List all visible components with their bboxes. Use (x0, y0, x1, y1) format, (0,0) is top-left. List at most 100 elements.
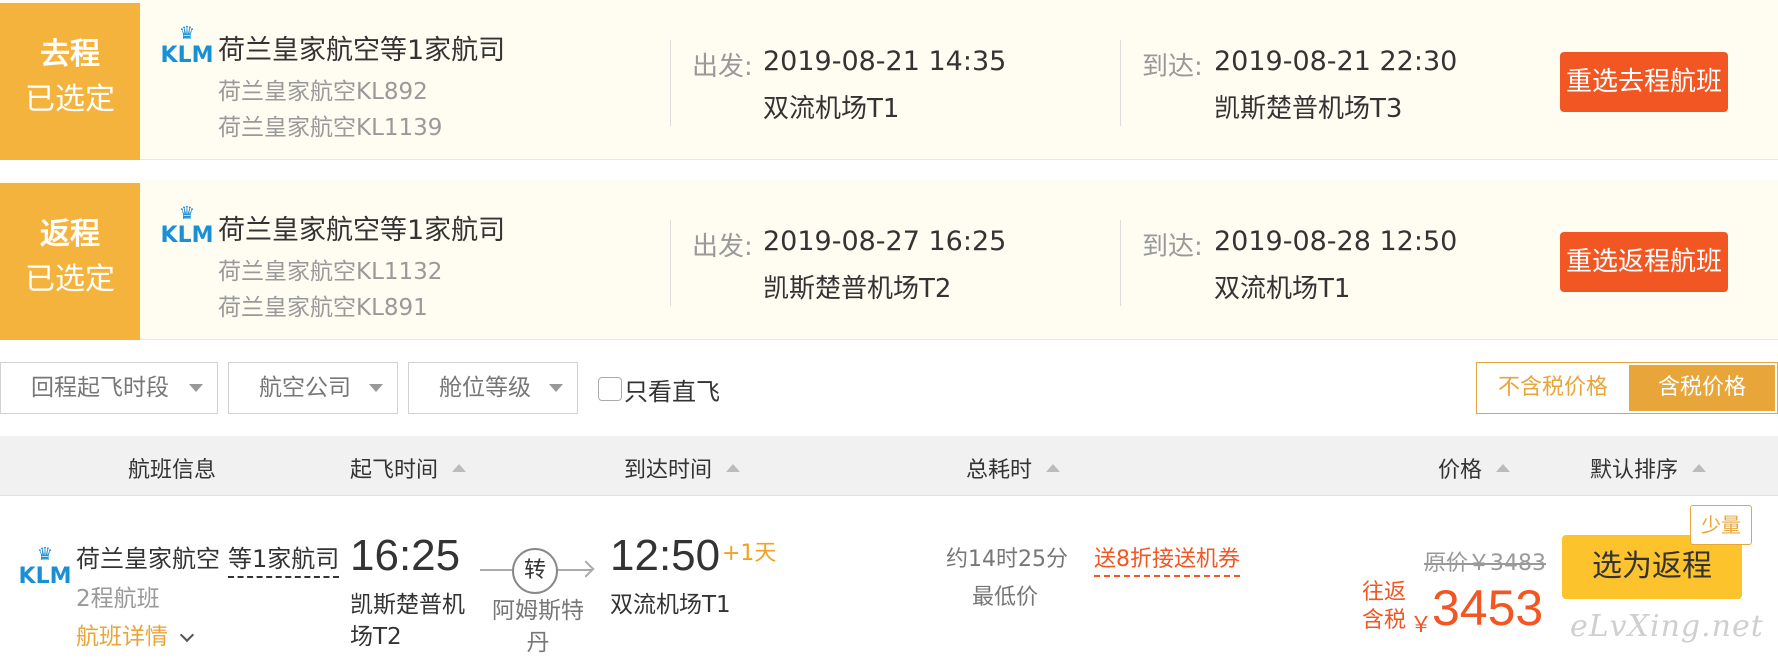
outbound-segment: 去程 已选定 ♛ KLM 荷兰皇家航空等1家航司 荷兰皇家航空KL892 荷兰皇… (0, 0, 1778, 160)
few-seats-badge: 少量 (1690, 505, 1752, 545)
crown-icon: ♛ (178, 203, 196, 224)
sort-asc-icon (1046, 464, 1061, 472)
sort-asc-icon (1692, 464, 1707, 472)
price-excl-tax-option[interactable]: 不含税价格 (1477, 363, 1629, 413)
flight-detail-link[interactable]: 航班详情 (76, 617, 195, 651)
return-airline: 荷兰皇家航空等1家航司 (218, 215, 506, 246)
dropdown-arrow-icon (189, 384, 203, 392)
outbound-airline: 荷兰皇家航空等1家航司 (218, 35, 506, 66)
return-selected-tag: 返程 已选定 (0, 183, 140, 340)
divider (670, 220, 671, 306)
outbound-arrive-label: 到达: (1142, 52, 1203, 82)
result-duration: 约14时25分 (946, 547, 1068, 572)
result-price: 3453 (1432, 580, 1544, 636)
outbound-depart-label: 出发: (692, 52, 753, 82)
outbound-selected-tag: 去程 已选定 (0, 3, 140, 160)
direct-only-label[interactable]: 只看直飞 (624, 372, 720, 407)
outbound-tag-status: 已选定 (25, 82, 115, 117)
direct-only-checkbox[interactable] (598, 377, 622, 401)
sort-asc-icon (452, 464, 467, 472)
klm-logo-text: KLM (18, 564, 72, 589)
transfer-city-line1: 阿姆斯特 (492, 598, 584, 624)
sort-asc-icon (1496, 464, 1511, 472)
return-depart-airport: 凯斯楚普机场T2 (763, 274, 952, 304)
divider (1120, 220, 1121, 306)
sort-price-label: 价格 (1438, 458, 1483, 483)
transfer-city: 阿姆斯特 丹 (486, 595, 590, 659)
return-flight-2: 荷兰皇家航空KL891 (218, 295, 428, 321)
result-depart-airport-line2: 场T2 (350, 624, 402, 650)
crown-icon: ♛ (178, 23, 196, 44)
tax-included-label: 含税 (1362, 608, 1407, 633)
cabin-class-filter[interactable]: 舱位等级 (408, 362, 578, 414)
round-trip-tag: 往返 含税 (1362, 579, 1406, 635)
sort-price[interactable]: 价格 (1438, 452, 1511, 484)
sort-default[interactable]: 默认排序 (1590, 452, 1707, 484)
airline-filter[interactable]: 航空公司 (228, 362, 398, 414)
lowest-price-tag: 最低价 (972, 585, 1039, 610)
departure-period-filter[interactable]: 回程起飞时段 (0, 362, 218, 414)
dropdown-arrow-icon (369, 384, 383, 392)
round-trip-label: 往返 (1362, 580, 1407, 605)
klm-logo-text: KLM (160, 223, 214, 248)
result-depart-time: 16:25 (350, 531, 461, 580)
outbound-flight-2: 荷兰皇家航空KL1139 (218, 115, 443, 141)
return-arrive-airport: 双流机场T1 (1214, 274, 1351, 304)
return-tag-status: 已选定 (25, 262, 115, 297)
price-mode-toggle: 不含税价格 含税价格 (1476, 362, 1778, 414)
plus-day-badge: +1天 (722, 541, 777, 566)
sort-arrive-time-label: 到达时间 (624, 458, 713, 483)
outbound-tag-title: 去程 (40, 37, 100, 72)
return-segment: 返程 已选定 ♛ KLM 荷兰皇家航空等1家航司 荷兰皇家航空KL1132 荷兰… (0, 180, 1778, 340)
result-airline: 荷兰皇家航空 (76, 545, 220, 573)
reselect-return-button[interactable]: 重选返程航班 (1560, 232, 1728, 292)
promo-link[interactable]: 送8折接送机券 (1094, 541, 1240, 577)
transfer-city-line2: 丹 (526, 630, 550, 656)
departure-period-label: 回程起飞时段 (31, 375, 169, 401)
return-tag-title: 返程 (40, 217, 100, 252)
crown-icon: ♛ (36, 544, 54, 565)
return-arrive-datetime: 2019-08-28 12:50 (1214, 226, 1458, 257)
sort-header: 航班信息 起飞时间 到达时间 总耗时 价格 默认排序 (0, 436, 1778, 496)
more-airlines-link[interactable]: 等1家航司 (228, 539, 340, 578)
klm-logo-icon: ♛ KLM (160, 204, 214, 254)
arrow-right-icon (577, 560, 595, 578)
currency-symbol: ￥ (1410, 613, 1433, 638)
result-depart-airport-line1: 凯斯楚普机 (350, 592, 465, 618)
result-arrive-airport: 双流机场T1 (610, 592, 731, 618)
transfer-icon: 转 (512, 548, 558, 594)
klm-logo-icon: ♛ KLM (18, 545, 72, 595)
flight-detail-label: 航班详情 (76, 624, 168, 650)
divider (670, 40, 671, 126)
flight-result-row: ♛ KLM 荷兰皇家航空 等1家航司 2程航班 航班详情 16:25 凯斯楚普机… (0, 497, 1778, 660)
sort-arrive-time[interactable]: 到达时间 (624, 452, 741, 484)
result-legs: 2程航班 (76, 586, 160, 612)
dropdown-arrow-icon (549, 384, 563, 392)
divider (1120, 40, 1121, 126)
outbound-arrive-airport: 凯斯楚普机场T3 (1214, 94, 1403, 124)
sort-depart-time[interactable]: 起飞时间 (350, 452, 467, 484)
outbound-depart-datetime: 2019-08-21 14:35 (763, 46, 1007, 77)
outbound-flight-1: 荷兰皇家航空KL892 (218, 79, 428, 105)
klm-logo-text: KLM (160, 43, 214, 68)
outbound-arrive-datetime: 2019-08-21 22:30 (1214, 46, 1458, 77)
return-depart-datetime: 2019-08-27 16:25 (763, 226, 1007, 257)
price-incl-tax-option[interactable]: 含税价格 (1629, 365, 1775, 411)
sort-asc-icon (726, 464, 741, 472)
return-depart-label: 出发: (692, 232, 753, 262)
return-arrive-label: 到达: (1142, 232, 1203, 262)
col-flight-info: 航班信息 (128, 458, 217, 483)
return-flight-1: 荷兰皇家航空KL1132 (218, 259, 443, 285)
reselect-outbound-button[interactable]: 重选去程航班 (1560, 52, 1728, 112)
watermark: eLvXing.net (1570, 609, 1764, 644)
sort-default-label: 默认排序 (1590, 458, 1679, 483)
outbound-depart-airport: 双流机场T1 (763, 94, 900, 124)
cabin-class-label: 舱位等级 (439, 375, 531, 401)
airline-filter-label: 航空公司 (259, 375, 351, 401)
result-arrive-time: 12:50 (610, 531, 721, 580)
sort-depart-time-label: 起飞时间 (350, 458, 439, 483)
original-price: 原价￥3483 (1424, 551, 1546, 576)
sort-duration[interactable]: 总耗时 (966, 452, 1061, 484)
klm-logo-icon: ♛ KLM (160, 24, 214, 74)
chevron-down-icon (179, 627, 195, 643)
